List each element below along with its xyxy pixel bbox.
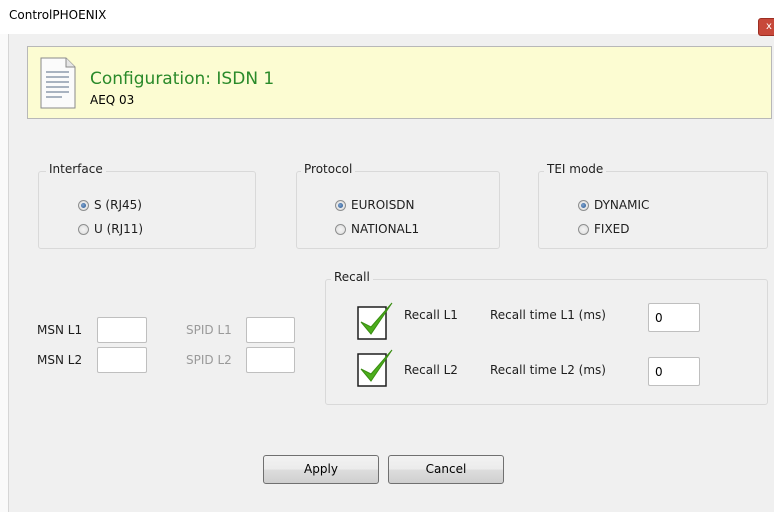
recall-time-l2-label: Recall time L2 (ms) bbox=[490, 363, 606, 377]
radio-selected-icon bbox=[78, 199, 89, 211]
recall-l2-label: Recall L2 bbox=[404, 363, 458, 377]
interface-option-label: U (RJ11) bbox=[94, 222, 144, 236]
tei-mode-legend: TEI mode bbox=[544, 162, 607, 176]
recall-l1-checkbox[interactable] bbox=[357, 301, 394, 341]
recall-l2-checkbox[interactable] bbox=[357, 348, 394, 388]
recall-time-l1-label: Recall time L1 (ms) bbox=[490, 308, 606, 322]
protocol-option-euroisdn[interactable]: EUROISDN bbox=[335, 198, 415, 212]
radio-unselected-icon bbox=[78, 223, 89, 235]
spid-l2-label: SPID L2 bbox=[186, 353, 232, 367]
window-title: ControlPHOENIX bbox=[9, 8, 107, 22]
tei-option-label: FIXED bbox=[594, 222, 630, 236]
interface-option-u[interactable]: U (RJ11) bbox=[78, 222, 143, 236]
close-button[interactable]: x bbox=[758, 18, 774, 36]
spid-l2-input[interactable] bbox=[246, 347, 295, 373]
document-icon bbox=[40, 57, 76, 109]
device-name: AEQ 03 bbox=[90, 93, 135, 107]
tei-option-dynamic[interactable]: DYNAMIC bbox=[578, 198, 649, 212]
recall-time-l2-input[interactable]: 0 bbox=[648, 357, 700, 386]
radio-selected-icon bbox=[335, 199, 346, 211]
msn-l1-label: MSN L1 bbox=[37, 323, 83, 337]
radio-unselected-icon bbox=[578, 223, 589, 235]
tei-option-fixed[interactable]: FIXED bbox=[578, 222, 629, 236]
apply-button[interactable]: Apply bbox=[263, 455, 379, 484]
interface-group bbox=[38, 171, 256, 249]
radio-selected-icon bbox=[578, 199, 589, 211]
protocol-option-label: EUROISDN bbox=[351, 198, 415, 212]
tei-mode-group bbox=[538, 171, 768, 249]
recall-time-l1-input[interactable]: 0 bbox=[648, 303, 700, 332]
window-titlebar[interactable]: ControlPHOENIX x bbox=[0, 0, 774, 36]
tei-option-label: DYNAMIC bbox=[594, 198, 650, 212]
window-frame-left bbox=[0, 34, 9, 512]
close-icon: x bbox=[766, 21, 772, 32]
protocol-option-label: NATIONAL1 bbox=[351, 222, 420, 236]
spid-l1-label: SPID L1 bbox=[186, 323, 232, 337]
radio-unselected-icon bbox=[335, 223, 346, 235]
msn-l1-input[interactable] bbox=[97, 317, 147, 343]
protocol-legend: Protocol bbox=[301, 162, 356, 176]
recall-legend: Recall bbox=[331, 270, 373, 284]
protocol-option-national1[interactable]: NATIONAL1 bbox=[335, 222, 419, 236]
interface-option-s[interactable]: S (RJ45) bbox=[78, 198, 142, 212]
interface-legend: Interface bbox=[46, 162, 106, 176]
msn-l2-input[interactable] bbox=[97, 347, 147, 373]
page-title: Configuration: ISDN 1 bbox=[90, 69, 275, 89]
interface-option-label: S (RJ45) bbox=[94, 198, 142, 212]
config-header: Configuration: ISDN 1 AEQ 03 bbox=[27, 46, 772, 119]
cancel-button[interactable]: Cancel bbox=[388, 455, 504, 484]
spid-l1-input[interactable] bbox=[246, 317, 295, 343]
msn-l2-label: MSN L2 bbox=[37, 353, 83, 367]
recall-l1-label: Recall L1 bbox=[404, 308, 458, 322]
